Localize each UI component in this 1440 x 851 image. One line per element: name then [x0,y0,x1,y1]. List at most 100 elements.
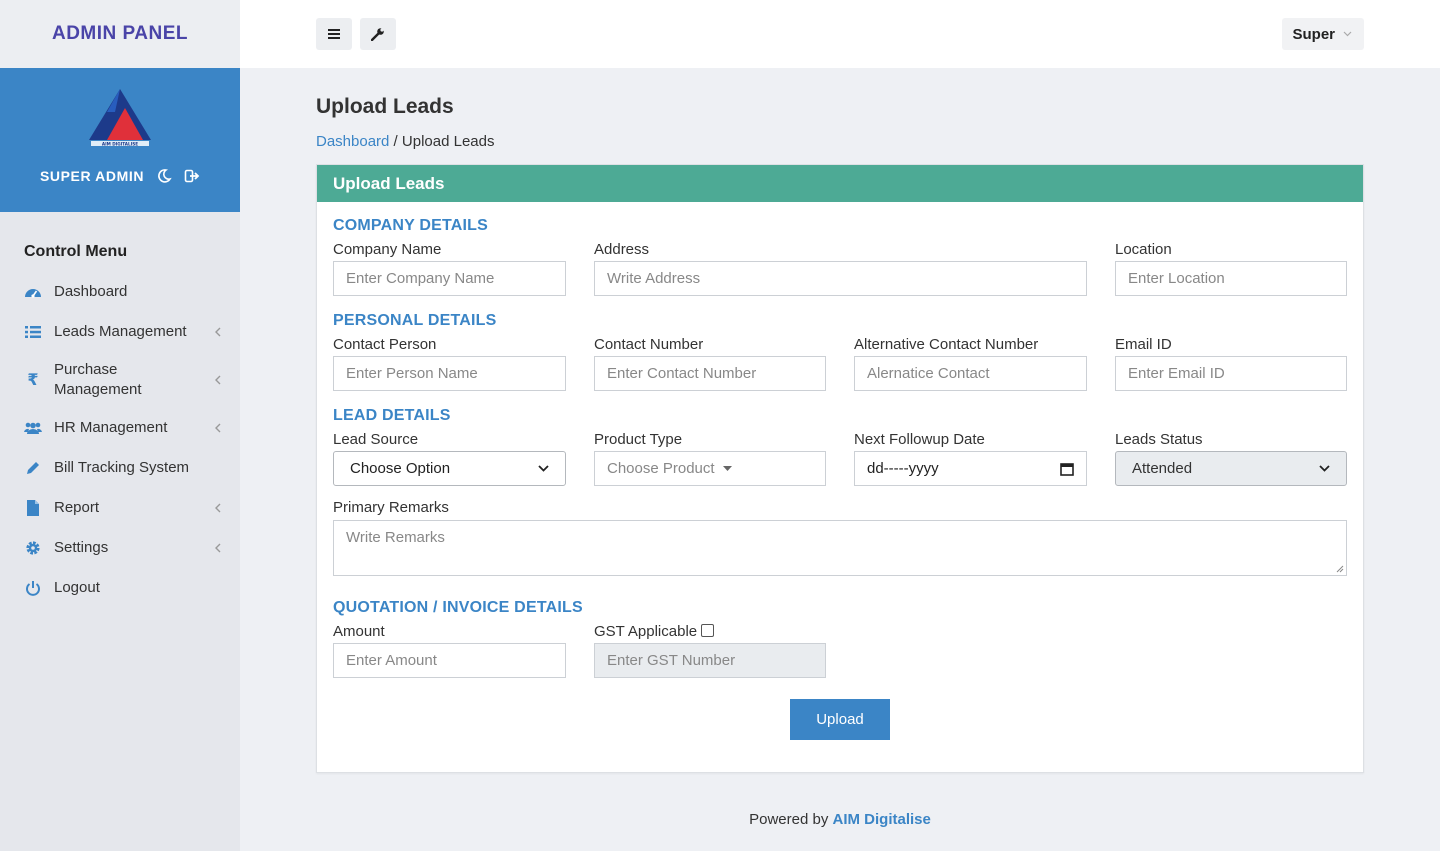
brand-title: ADMIN PANEL [51,23,189,44]
chevron-down-icon [538,465,549,472]
contact-person-label: Contact Person [333,336,437,353]
user-dropdown-label: Super [1292,25,1335,43]
leads-status-label: Leads Status [1115,431,1203,448]
lead-source-value: Choose Option [350,460,451,477]
power-icon [24,579,42,597]
moon-icon[interactable] [156,168,172,184]
calendar-icon[interactable] [1060,462,1074,476]
breadcrumb-current: Upload Leads [401,133,495,150]
users-icon [24,419,42,437]
chevron-left-icon [215,503,221,513]
user-name: SUPER ADMIN [39,168,145,184]
gst-number-input[interactable]: Enter GST Number [594,643,826,678]
footer-link[interactable]: AIM Digitalise [833,811,931,828]
sidebar-menu: Dashboard Leads Management ₹ Purchase Ma… [0,272,240,608]
lead-source-select[interactable]: Choose Option [333,451,566,486]
lead-source-label: Lead Source [333,431,419,448]
chevron-down-icon [1343,31,1352,37]
address-input[interactable]: Write Address [594,261,1087,296]
sidebar-item-dashboard[interactable]: Dashboard [0,272,240,312]
wrench-icon [371,28,384,41]
card-header: Upload Leads [317,165,1363,202]
chevron-left-icon [215,423,221,433]
section-quotation-details: QUOTATION / INVOICE DETAILS [333,599,583,616]
sidebar-item-label: Logout [54,579,100,596]
user-dropdown[interactable]: Super [1282,18,1364,50]
amount-label: Amount [333,623,385,640]
email-input[interactable]: Enter Email ID [1115,356,1347,391]
breadcrumb: Dashboard / Upload Leads [316,133,494,150]
pencil-icon [24,459,42,477]
company-name-input[interactable]: Enter Company Name [333,261,566,296]
alt-contact-label: Alternative Contact Number [854,336,1039,353]
sidebar-item-hr-management[interactable]: HR Management [0,408,240,448]
gst-applicable-label: GST Applicable [594,623,698,640]
alt-contact-input[interactable]: Alernatice Contact [854,356,1087,391]
amount-input[interactable]: Enter Amount [333,643,566,678]
sidebar: ADMIN PANEL AIM DIGITALISE SUPER ADMIN C… [0,0,240,851]
dashboard-icon [24,283,42,301]
section-personal-details: PERSONAL DETAILS [333,312,497,329]
sidebar-item-logout[interactable]: Logout [0,568,240,608]
chevron-left-icon [215,327,221,337]
footer: Powered by AIM Digitalise [0,811,1440,828]
email-label: Email ID [1115,336,1172,353]
sidebar-item-leads-management[interactable]: Leads Management [0,312,240,352]
sidebar-item-purchase-management[interactable]: ₹ Purchase Management [0,352,240,408]
gst-applicable-checkbox[interactable] [701,624,715,637]
sidebar-item-label: Report [54,499,100,516]
sidebar-item-label: Leads Management [54,323,187,340]
page-title: Upload Leads [316,95,454,118]
primary-remarks-textarea[interactable]: Write Remarks [333,520,1347,576]
followup-date-input[interactable]: dd-----yyyy [854,451,1087,486]
product-type-dropdown[interactable]: Choose Product [594,451,826,486]
sidebar-item-report[interactable]: Report [0,488,240,528]
list-icon [24,323,42,341]
product-type-label: Product Type [594,431,683,448]
sidebar-item-label: Purchase Management [54,361,142,398]
company-name-label: Company Name [333,241,442,258]
product-type-value: Choose Product [607,460,715,477]
section-lead-details: LEAD DETAILS [333,407,451,424]
chevron-left-icon [215,375,221,385]
gear-icon [24,539,42,557]
file-icon [24,499,42,517]
breadcrumb-separator: / [389,133,402,150]
brand: ADMIN PANEL [0,0,240,68]
contact-number-input[interactable]: Enter Contact Number [594,356,826,391]
tools-button[interactable] [360,18,396,50]
menu-title: Control Menu [24,243,128,260]
footer-prefix: Powered by [749,811,833,828]
contact-number-label: Contact Number [594,336,704,353]
sidebar-item-label: Dashboard [54,283,128,300]
section-company-details: COMPANY DETAILS [333,217,489,234]
gst-applicable-row: GST Applicable [594,623,715,640]
sidebar-item-settings[interactable]: Settings [0,528,240,568]
contact-person-input[interactable]: Enter Person Name [333,356,566,391]
location-input[interactable]: Enter Location [1115,261,1347,296]
followup-date-value: dd-----yyyy [867,460,939,477]
sidebar-item-bill-tracking[interactable]: Bill Tracking System [0,448,240,488]
remarks-placeholder: Write Remarks [346,529,445,546]
sidebar-item-label: HR Management [54,419,168,436]
topbar: Super [240,0,1440,68]
rupee-icon: ₹ [27,372,39,389]
followup-date-label: Next Followup Date [854,431,985,448]
breadcrumb-dashboard-link[interactable]: Dashboard [316,133,389,150]
company-logo: AIM DIGITALISE [89,89,151,147]
primary-remarks-label: Primary Remarks [333,499,449,516]
location-label: Location [1115,241,1172,258]
caret-down-icon [722,466,732,471]
resize-handle-icon[interactable] [1336,565,1344,573]
sign-out-icon[interactable] [184,168,200,184]
sidebar-item-label: Bill Tracking System [54,459,190,476]
upload-leads-card: Upload Leads COMPANY DETAILS Company Nam… [316,164,1364,773]
user-row: SUPER ADMIN [40,168,200,184]
hamburger-icon [328,29,340,39]
address-label: Address [594,241,650,258]
upload-button[interactable]: Upload [790,699,890,740]
leads-status-value: Attended [1132,460,1193,477]
menu-toggle-button[interactable] [316,18,352,50]
leads-status-select[interactable]: Attended [1115,451,1347,486]
chevron-left-icon [215,543,221,553]
